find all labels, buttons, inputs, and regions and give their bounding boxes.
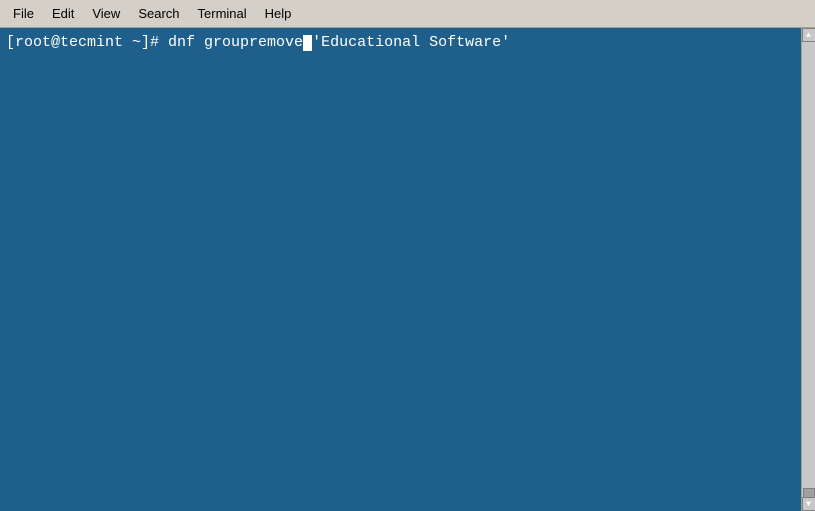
menubar: File Edit View Search Terminal Help [0,0,815,28]
terminal-argument: 'Educational Software' [312,32,510,53]
terminal-line: [root@tecmint ~]# dnf groupremove 'Educat… [6,32,809,53]
scrollbar-arrow-down[interactable]: ▼ [802,497,815,511]
terminal-command: dnf groupremove [168,32,303,53]
menu-terminal[interactable]: Terminal [189,3,256,25]
terminal-body[interactable]: [root@tecmint ~]# dnf groupremove 'Educat… [0,28,815,511]
menu-edit[interactable]: Edit [43,3,83,25]
menu-help[interactable]: Help [256,3,301,25]
scrollbar[interactable]: ▲ ▼ [801,28,815,511]
terminal-cursor [303,35,312,51]
menu-file[interactable]: File [4,3,43,25]
menu-search[interactable]: Search [129,3,188,25]
terminal-prompt: [root@tecmint ~]# [6,32,168,53]
menu-view[interactable]: View [83,3,129,25]
scrollbar-arrow-up[interactable]: ▲ [802,28,815,42]
